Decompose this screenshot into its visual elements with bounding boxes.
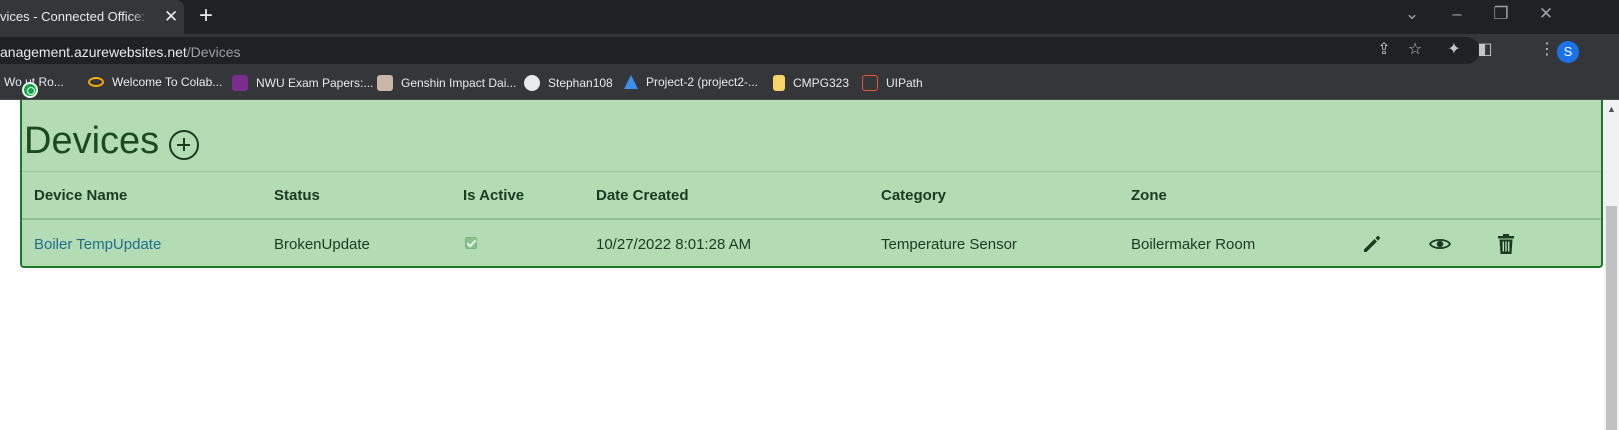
url-path: /Devices [186, 44, 241, 60]
bookmark-star-icon[interactable]: ☆ [1404, 40, 1426, 60]
is-active-checkbox [465, 237, 477, 249]
header-divider [22, 218, 1601, 220]
close-window-icon[interactable]: ✕ [1531, 4, 1561, 24]
address-bar[interactable]: anagement.azurewebsites.net/Devices [0, 37, 1480, 64]
bookmark-label: Welcome To Colab... [112, 75, 223, 89]
device-name-link[interactable]: Boiler TempUpdate [34, 236, 161, 253]
browser-tab-active[interactable]: vices - Connected Office: Devi ✕ [0, 0, 184, 34]
title-divider [22, 171, 1601, 172]
date-created-cell: 10/27/2022 8:01:28 AM [596, 236, 752, 253]
edit-pencil-icon[interactable] [1360, 232, 1384, 256]
bookmark-label: CMPG323 [793, 76, 850, 90]
github-icon [524, 75, 540, 91]
share-icon[interactable]: ⇪ [1373, 40, 1395, 60]
bookmark-item[interactable]: Project-2 (project2-... [624, 75, 758, 89]
header-date-created: Date Created [596, 187, 689, 204]
new-tab-button[interactable]: + [199, 4, 213, 28]
bookmark-label: Stephan108 [548, 76, 613, 90]
url-text: anagement.azurewebsites.net/Devices [0, 44, 240, 60]
colab-icon [88, 77, 104, 87]
add-device-button[interactable] [169, 130, 199, 160]
bookmark-item[interactable]: Stephan108 [524, 75, 613, 91]
folder-icon [773, 75, 785, 91]
profile-avatar[interactable]: S [1557, 41, 1579, 63]
zone-cell: Boilermaker Room [1131, 236, 1256, 253]
header-category: Category [881, 187, 947, 204]
menu-icon[interactable]: ⋮ [1536, 40, 1558, 60]
genshin-icon [377, 75, 393, 91]
close-tab-icon[interactable]: ✕ [164, 8, 178, 25]
bookmark-label: Genshin Impact Dai... [401, 76, 517, 90]
scrollbar-thumb[interactable] [1606, 206, 1617, 430]
bookmark-item[interactable]: CMPG323 [773, 75, 849, 91]
header-status: Status [274, 187, 320, 204]
vertical-scrollbar[interactable]: ▲ [1604, 100, 1619, 430]
page-viewport: Devices Device Name Status Is Active Dat… [0, 100, 1604, 430]
side-panel-icon[interactable]: ◧ [1474, 40, 1496, 60]
bookmark-item[interactable]: Welcome To Colab... [88, 75, 222, 89]
bookmark-label: NWU Exam Papers:... [256, 76, 374, 90]
bookmark-item[interactable]: Genshin Impact Dai... [377, 75, 516, 91]
header-zone: Zone [1131, 187, 1167, 204]
header-device-name: Device Name [34, 187, 128, 204]
scroll-up-icon[interactable]: ▲ [1604, 104, 1619, 114]
bookmark-item[interactable]: NWU Exam Papers:... [232, 75, 373, 91]
tab-strip: vices - Connected Office: Devi ✕ + ⌄ – ❐… [0, 0, 1619, 34]
status-cell: BrokenUpdate [274, 236, 370, 253]
bookmark-item[interactable]: UIPath [862, 75, 923, 91]
tab-search-icon[interactable]: ⌄ [1397, 4, 1427, 24]
azure-icon [624, 75, 638, 89]
extension-badge-icon[interactable] [22, 82, 38, 98]
nwu-icon [232, 75, 248, 91]
category-cell: Temperature Sensor [881, 236, 1017, 253]
bookmark-label: UIPath [886, 76, 923, 90]
url-host: anagement.azurewebsites.net [0, 44, 187, 60]
devices-panel: Devices Device Name Status Is Active Dat… [20, 100, 1603, 268]
bookmarks-bar: Wo ut Ro... Welcome To Colab... NWU Exam… [0, 66, 1619, 100]
header-is-active: Is Active [463, 187, 525, 204]
restore-icon[interactable]: ❐ [1486, 4, 1516, 24]
delete-trash-icon[interactable] [1494, 232, 1518, 256]
bookmark-label: Project-2 (project2-... [646, 75, 759, 89]
minimize-icon[interactable]: – [1442, 4, 1472, 24]
page-title: Devices [24, 120, 160, 162]
uipath-icon [862, 75, 878, 91]
tab-title: vices - Connected Office: Devi [0, 9, 150, 24]
view-eye-icon[interactable] [1428, 232, 1452, 256]
extensions-icon[interactable]: ✦ [1443, 40, 1465, 60]
